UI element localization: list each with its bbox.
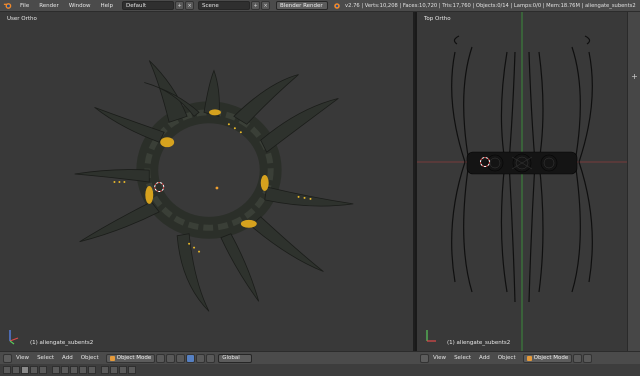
object-mode-select[interactable]: Object Mode bbox=[522, 353, 573, 363]
object-mode-value: Object Mode bbox=[116, 355, 152, 361]
menu-window[interactable]: Window bbox=[64, 3, 96, 9]
layer-button[interactable] bbox=[88, 366, 96, 374]
viewport-label-left: User Ortho bbox=[7, 16, 37, 22]
info-header: File Render Window Help Default + × Scen… bbox=[0, 0, 640, 12]
render-engine-value: Blender Render bbox=[280, 2, 323, 9]
pivot-point-button[interactable] bbox=[166, 353, 176, 363]
object-mode-icon bbox=[109, 355, 115, 361]
menu-file[interactable]: File bbox=[15, 3, 34, 9]
layer-button[interactable] bbox=[70, 366, 78, 374]
scene-stats-text: v2.76 | Verts:10,208 | Faces:10,720 | Tr… bbox=[345, 2, 636, 9]
layer-button[interactable] bbox=[79, 366, 87, 374]
menu-view[interactable]: View bbox=[12, 355, 33, 361]
layer-button[interactable] bbox=[3, 366, 11, 374]
menu-view[interactable]: View bbox=[429, 355, 450, 361]
transform-orientation-select[interactable]: Global bbox=[218, 353, 253, 363]
editor-type-icon[interactable] bbox=[420, 353, 429, 363]
viewport-header-left: View Select Add Object Object Mode Globa… bbox=[0, 351, 417, 364]
menu-help[interactable]: Help bbox=[96, 3, 119, 9]
remove-scene-button[interactable]: × bbox=[261, 1, 271, 10]
manipulator-toggle-button[interactable] bbox=[176, 353, 186, 363]
add-scene-button[interactable]: + bbox=[251, 1, 261, 10]
proportional-edit-button[interactable] bbox=[119, 366, 127, 374]
menu-select[interactable]: Select bbox=[33, 355, 58, 361]
viewport-header-right: View Select Add Object Object Mode bbox=[417, 351, 640, 364]
layer-button[interactable] bbox=[61, 366, 69, 374]
viewport-shading-button[interactable] bbox=[573, 353, 583, 363]
add-layout-button[interactable]: + bbox=[175, 1, 185, 10]
remove-layout-button[interactable]: × bbox=[185, 1, 195, 10]
alien-gate-top-wireframe bbox=[417, 12, 627, 351]
pivot-point-button[interactable] bbox=[583, 353, 593, 363]
menu-render[interactable]: Render bbox=[34, 3, 64, 9]
screen-layout-select[interactable]: Default bbox=[122, 1, 175, 10]
viewport-label-right: Top Ortho bbox=[424, 16, 451, 22]
snap-toggle-button[interactable] bbox=[101, 366, 109, 374]
layer-button[interactable] bbox=[39, 366, 47, 374]
scale-manipulator-button[interactable] bbox=[206, 353, 216, 363]
layer-toolbar bbox=[0, 364, 640, 376]
transform-orientation-value: Global bbox=[222, 355, 240, 361]
axis-gizmo-icon bbox=[426, 330, 436, 342]
layer-button[interactable] bbox=[52, 366, 60, 374]
scene-select[interactable]: Scene bbox=[198, 1, 251, 10]
viewport-top-ortho[interactable]: Top Ortho (1) aliengate_subents2 bbox=[417, 12, 627, 351]
alien-gate-ring-render bbox=[74, 60, 354, 312]
editor-type-icon[interactable] bbox=[3, 353, 12, 363]
layer-button[interactable] bbox=[21, 366, 29, 374]
object-mode-icon bbox=[526, 355, 532, 361]
blender-version-icon bbox=[334, 2, 340, 9]
menu-object[interactable]: Object bbox=[494, 355, 520, 361]
snap-element-button[interactable] bbox=[110, 366, 118, 374]
axis-gizmo-icon bbox=[9, 330, 19, 345]
viewport-shading-button[interactable] bbox=[156, 353, 166, 363]
blender-logo-icon[interactable] bbox=[2, 1, 12, 11]
layer-button[interactable] bbox=[12, 366, 20, 374]
viewport-user-ortho[interactable]: User Ortho (1) aliengate_subents2 bbox=[0, 12, 415, 351]
menu-add[interactable]: Add bbox=[58, 355, 77, 361]
screen-layout-value: Default bbox=[126, 2, 147, 9]
translate-manipulator-button[interactable] bbox=[186, 353, 196, 363]
layer-button[interactable] bbox=[30, 366, 38, 374]
viewport-object-name-right: (1) aliengate_subents2 bbox=[447, 340, 511, 346]
menu-select[interactable]: Select bbox=[450, 355, 475, 361]
scene-value: Scene bbox=[202, 2, 219, 9]
viewport-side-strip[interactable]: + bbox=[627, 12, 640, 351]
render-preview-button[interactable] bbox=[128, 366, 136, 374]
menu-add[interactable]: Add bbox=[475, 355, 494, 361]
rotate-manipulator-button[interactable] bbox=[196, 353, 206, 363]
menu-object[interactable]: Object bbox=[77, 355, 103, 361]
object-mode-select[interactable]: Object Mode bbox=[105, 353, 156, 363]
viewport-object-name-left: (1) aliengate_subents2 bbox=[30, 340, 94, 346]
render-engine-select[interactable]: Blender Render bbox=[276, 1, 329, 10]
object-mode-value: Object Mode bbox=[533, 355, 569, 361]
toggle-properties-icon[interactable]: + bbox=[630, 72, 639, 81]
